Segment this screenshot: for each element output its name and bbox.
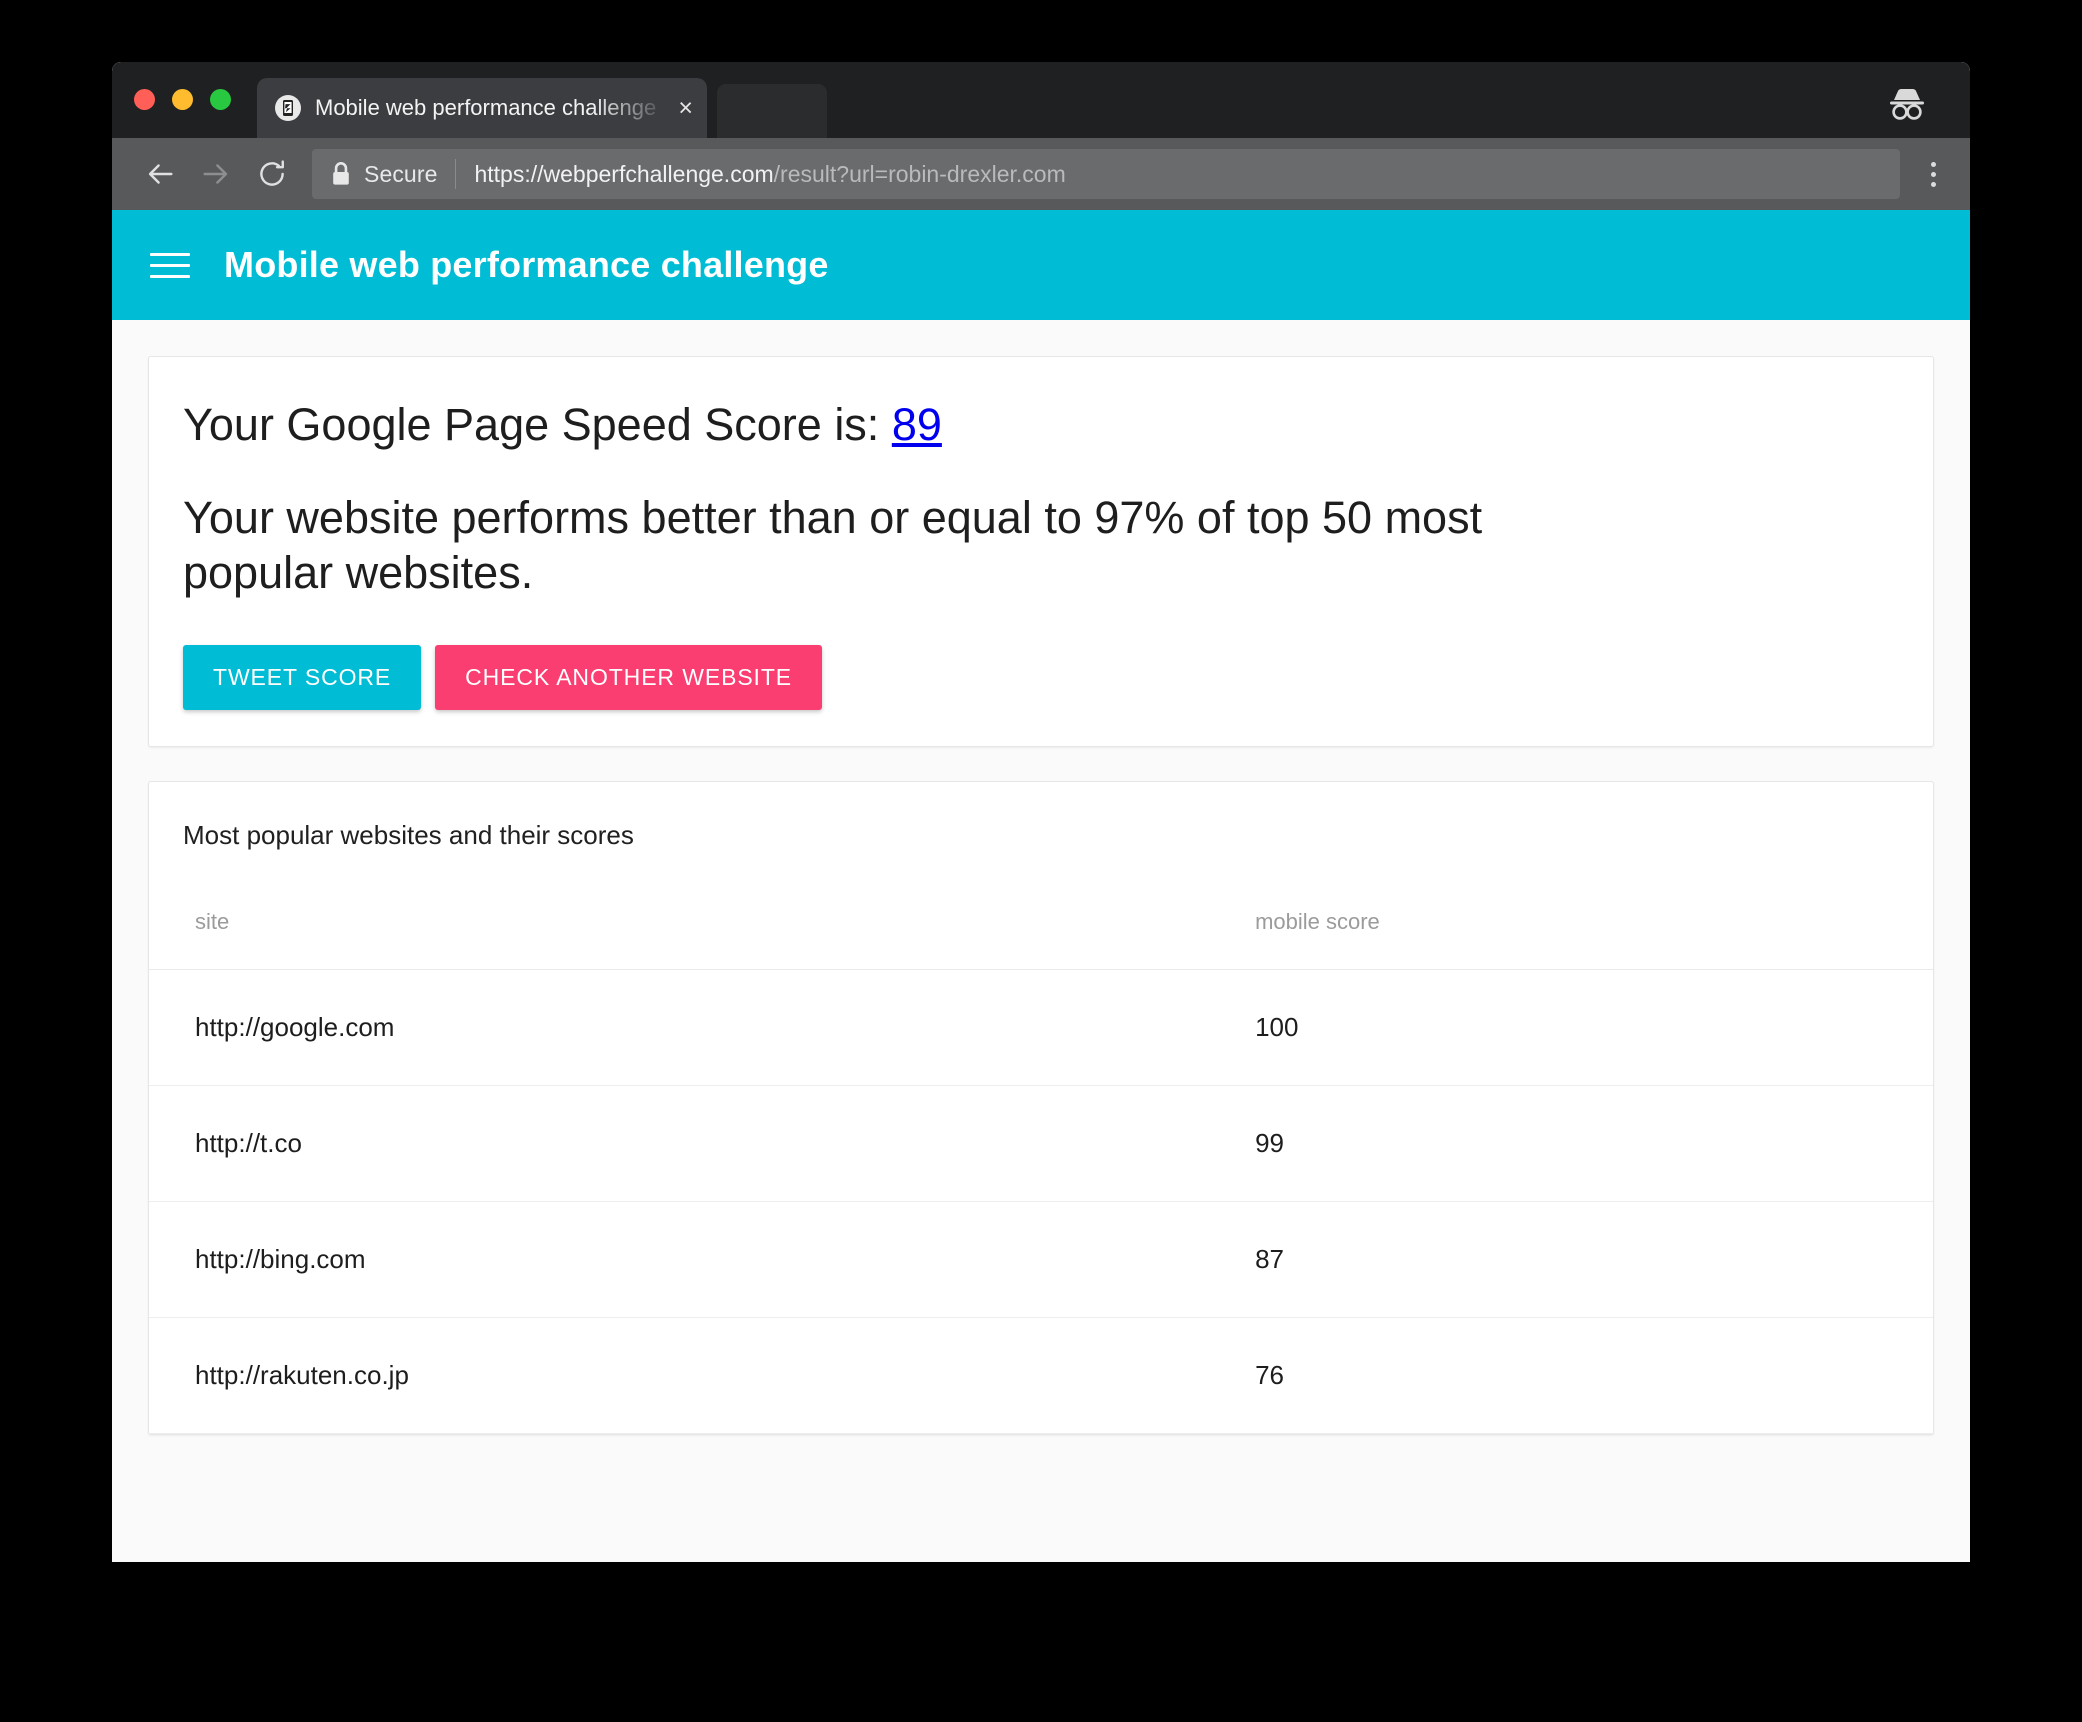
back-button[interactable]	[132, 146, 188, 202]
address-bar-url: https://webperfchallenge.com/result?url=…	[474, 161, 1065, 188]
tweet-score-button[interactable]: TWEET SCORE	[183, 645, 422, 711]
security-status-label: Secure	[364, 160, 438, 187]
hamburger-line	[150, 274, 190, 278]
screen: Mobile web performance challenge × Secur…	[0, 0, 2082, 1722]
menu-dot	[1930, 181, 1936, 187]
column-header-site[interactable]: site	[149, 909, 1256, 971]
table-header-row: site mobile score	[149, 909, 1933, 971]
forward-button[interactable]	[188, 146, 244, 202]
cell-score: 76	[1255, 1317, 1933, 1435]
cell-site: http://rakuten.co.jp	[149, 1317, 1256, 1435]
reload-button[interactable]	[244, 146, 300, 202]
scores-table-body: http://google.com 100 http://t.co 99 htt…	[149, 969, 1933, 1435]
browser-tab-background[interactable]	[717, 84, 827, 138]
browser-toolbar: Secure https://webperfchallenge.com/resu…	[112, 138, 1970, 210]
app-header: Mobile web performance challenge	[112, 210, 1970, 320]
cell-score: 87	[1255, 1201, 1933, 1319]
browser-tab-active[interactable]: Mobile web performance challenge ×	[257, 78, 707, 138]
reload-icon	[260, 160, 284, 186]
url-path: /result?url=robin-drexler.com	[773, 160, 1066, 187]
menu-dot	[1930, 161, 1936, 167]
table-row: http://t.co 99	[149, 1085, 1933, 1203]
page-title: Mobile web performance challenge	[224, 244, 829, 285]
table-row: http://rakuten.co.jp 76	[149, 1317, 1933, 1435]
cell-site: http://google.com	[149, 969, 1256, 1087]
address-bar-divider	[455, 159, 457, 189]
close-window-button[interactable]	[134, 89, 155, 110]
score-heading-text: Your Google Page Speed Score is:	[183, 399, 892, 450]
popular-websites-card: Most popular websites and their scores s…	[148, 781, 1934, 1436]
site-favicon	[275, 95, 301, 121]
check-another-website-button[interactable]: CHECK ANOTHER WEBSITE	[435, 645, 823, 711]
browser-tabstrip: Mobile web performance challenge ×	[112, 62, 1970, 138]
minimize-window-button[interactable]	[172, 89, 193, 110]
window-controls	[134, 89, 231, 110]
browser-window: Mobile web performance challenge × Secur…	[112, 62, 1970, 1562]
incognito-icon	[1880, 82, 1934, 126]
cell-site: http://bing.com	[149, 1201, 1256, 1319]
score-value-link[interactable]: 89	[892, 399, 942, 450]
score-actions: TWEET SCORE CHECK ANOTHER WEBSITE	[183, 645, 1899, 711]
cell-site: http://t.co	[149, 1085, 1256, 1203]
address-bar[interactable]: Secure https://webperfchallenge.com/resu…	[312, 149, 1900, 199]
menu-dot	[1930, 171, 1936, 177]
score-description: Your website performs better than or equ…	[183, 492, 1483, 599]
close-icon[interactable]: ×	[678, 95, 693, 121]
score-heading: Your Google Page Speed Score is: 89	[183, 397, 1899, 453]
score-card: Your Google Page Speed Score is: 89 Your…	[148, 356, 1934, 748]
hamburger-line	[150, 252, 190, 256]
cell-score: 99	[1255, 1085, 1933, 1203]
maximize-window-button[interactable]	[210, 89, 231, 110]
table-row: http://google.com 100	[149, 969, 1933, 1087]
scores-table-head: site mobile score	[149, 909, 1933, 971]
lock-icon	[330, 161, 352, 187]
column-header-mobile-score[interactable]: mobile score	[1255, 909, 1933, 971]
scores-table: site mobile score http://google.com 100 …	[149, 909, 1933, 1435]
arrow-right-icon	[203, 164, 228, 184]
hamburger-menu-icon[interactable]	[144, 239, 196, 291]
arrow-left-icon	[148, 164, 173, 184]
browser-tab-title: Mobile web performance challenge	[315, 95, 657, 120]
cell-score: 100	[1255, 969, 1933, 1087]
browser-menu-button[interactable]	[1910, 146, 1956, 202]
hamburger-line	[150, 263, 190, 267]
table-row: http://bing.com 87	[149, 1201, 1933, 1319]
table-caption: Most popular websites and their scores	[183, 820, 634, 851]
url-origin: https://webperfchallenge.com	[474, 160, 774, 187]
page-viewport: Mobile web performance challenge Your Go…	[112, 210, 1970, 1562]
page-content: Your Google Page Speed Score is: 89 Your…	[112, 320, 1970, 1562]
